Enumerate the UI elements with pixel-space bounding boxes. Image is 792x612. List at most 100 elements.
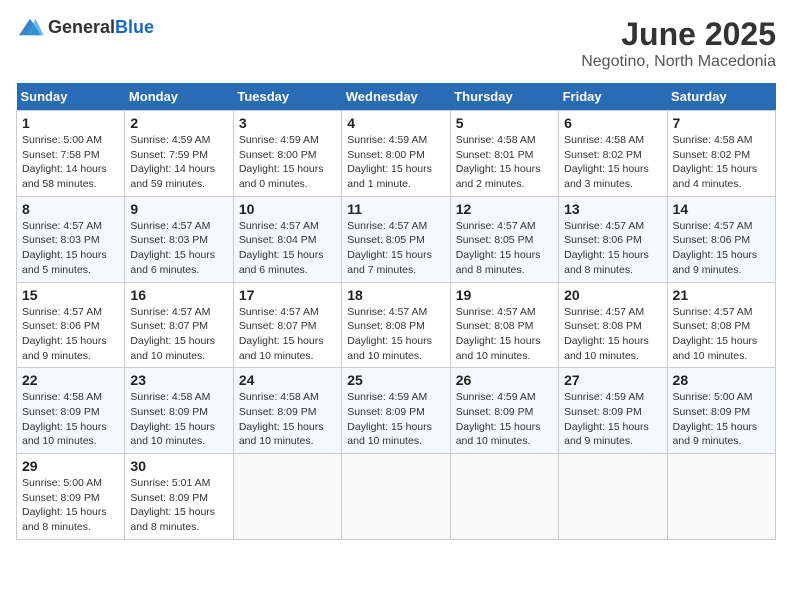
calendar-table: SundayMondayTuesdayWednesdayThursdayFrid…: [16, 83, 776, 540]
day-number: 4: [347, 115, 444, 131]
day-number: 10: [239, 201, 336, 217]
day-info: Sunrise: 4:59 AM Sunset: 8:09 PM Dayligh…: [456, 390, 553, 449]
day-info: Sunrise: 5:00 AM Sunset: 8:09 PM Dayligh…: [673, 390, 770, 449]
calendar-week-3: 15 Sunrise: 4:57 AM Sunset: 8:06 PM Dayl…: [17, 282, 776, 368]
day-info: Sunrise: 4:58 AM Sunset: 8:02 PM Dayligh…: [564, 133, 661, 192]
day-number: 29: [22, 458, 119, 474]
day-number: 13: [564, 201, 661, 217]
day-header-sunday: Sunday: [17, 83, 125, 111]
calendar-week-2: 8 Sunrise: 4:57 AM Sunset: 8:03 PM Dayli…: [17, 196, 776, 282]
calendar-cell: 22 Sunrise: 4:58 AM Sunset: 8:09 PM Dayl…: [17, 368, 125, 454]
calendar-cell: [233, 454, 341, 540]
logo-text: GeneralBlue: [48, 17, 154, 38]
logo: GeneralBlue: [16, 16, 154, 38]
day-info: Sunrise: 4:59 AM Sunset: 7:59 PM Dayligh…: [130, 133, 227, 192]
day-info: Sunrise: 4:57 AM Sunset: 8:06 PM Dayligh…: [673, 219, 770, 278]
calendar-cell: 4 Sunrise: 4:59 AM Sunset: 8:00 PM Dayli…: [342, 111, 450, 197]
day-number: 23: [130, 372, 227, 388]
calendar-week-1: 1 Sunrise: 5:00 AM Sunset: 7:58 PM Dayli…: [17, 111, 776, 197]
calendar-cell: 23 Sunrise: 4:58 AM Sunset: 8:09 PM Dayl…: [125, 368, 233, 454]
calendar-cell: 17 Sunrise: 4:57 AM Sunset: 8:07 PM Dayl…: [233, 282, 341, 368]
day-number: 12: [456, 201, 553, 217]
day-number: 16: [130, 287, 227, 303]
calendar-cell: 2 Sunrise: 4:59 AM Sunset: 7:59 PM Dayli…: [125, 111, 233, 197]
calendar-cell: 12 Sunrise: 4:57 AM Sunset: 8:05 PM Dayl…: [450, 196, 558, 282]
day-number: 21: [673, 287, 770, 303]
main-title: June 2025: [581, 16, 776, 53]
day-info: Sunrise: 4:59 AM Sunset: 8:09 PM Dayligh…: [347, 390, 444, 449]
calendar-cell: 11 Sunrise: 4:57 AM Sunset: 8:05 PM Dayl…: [342, 196, 450, 282]
day-number: 11: [347, 201, 444, 217]
calendar-cell: 30 Sunrise: 5:01 AM Sunset: 8:09 PM Dayl…: [125, 454, 233, 540]
day-info: Sunrise: 4:58 AM Sunset: 8:09 PM Dayligh…: [239, 390, 336, 449]
day-info: Sunrise: 4:57 AM Sunset: 8:05 PM Dayligh…: [456, 219, 553, 278]
day-number: 6: [564, 115, 661, 131]
day-info: Sunrise: 4:59 AM Sunset: 8:00 PM Dayligh…: [347, 133, 444, 192]
day-number: 27: [564, 372, 661, 388]
day-number: 25: [347, 372, 444, 388]
day-info: Sunrise: 4:57 AM Sunset: 8:08 PM Dayligh…: [673, 305, 770, 364]
calendar-cell: 13 Sunrise: 4:57 AM Sunset: 8:06 PM Dayl…: [559, 196, 667, 282]
day-info: Sunrise: 4:57 AM Sunset: 8:07 PM Dayligh…: [130, 305, 227, 364]
day-info: Sunrise: 4:58 AM Sunset: 8:02 PM Dayligh…: [673, 133, 770, 192]
calendar-cell: 16 Sunrise: 4:57 AM Sunset: 8:07 PM Dayl…: [125, 282, 233, 368]
day-info: Sunrise: 4:57 AM Sunset: 8:06 PM Dayligh…: [22, 305, 119, 364]
calendar-cell: [342, 454, 450, 540]
calendar-cell: 9 Sunrise: 4:57 AM Sunset: 8:03 PM Dayli…: [125, 196, 233, 282]
subtitle: Negotino, North Macedonia: [581, 53, 776, 71]
calendar-cell: [559, 454, 667, 540]
day-header-tuesday: Tuesday: [233, 83, 341, 111]
day-number: 7: [673, 115, 770, 131]
day-number: 17: [239, 287, 336, 303]
day-number: 24: [239, 372, 336, 388]
day-info: Sunrise: 4:59 AM Sunset: 8:00 PM Dayligh…: [239, 133, 336, 192]
calendar-cell: 25 Sunrise: 4:59 AM Sunset: 8:09 PM Dayl…: [342, 368, 450, 454]
calendar-cell: 24 Sunrise: 4:58 AM Sunset: 8:09 PM Dayl…: [233, 368, 341, 454]
title-area: June 2025 Negotino, North Macedonia: [581, 16, 776, 71]
day-header-monday: Monday: [125, 83, 233, 111]
calendar-cell: 1 Sunrise: 5:00 AM Sunset: 7:58 PM Dayli…: [17, 111, 125, 197]
day-info: Sunrise: 4:58 AM Sunset: 8:09 PM Dayligh…: [22, 390, 119, 449]
day-info: Sunrise: 5:00 AM Sunset: 8:09 PM Dayligh…: [22, 476, 119, 535]
day-number: 2: [130, 115, 227, 131]
day-number: 26: [456, 372, 553, 388]
logo-general: General: [48, 17, 115, 37]
day-info: Sunrise: 4:57 AM Sunset: 8:05 PM Dayligh…: [347, 219, 444, 278]
day-info: Sunrise: 4:57 AM Sunset: 8:06 PM Dayligh…: [564, 219, 661, 278]
logo-blue: Blue: [115, 17, 154, 37]
calendar-cell: 10 Sunrise: 4:57 AM Sunset: 8:04 PM Dayl…: [233, 196, 341, 282]
calendar-cell: 28 Sunrise: 5:00 AM Sunset: 8:09 PM Dayl…: [667, 368, 775, 454]
day-info: Sunrise: 4:57 AM Sunset: 8:08 PM Dayligh…: [456, 305, 553, 364]
day-number: 9: [130, 201, 227, 217]
calendar-cell: 21 Sunrise: 4:57 AM Sunset: 8:08 PM Dayl…: [667, 282, 775, 368]
calendar-cell: 15 Sunrise: 4:57 AM Sunset: 8:06 PM Dayl…: [17, 282, 125, 368]
calendar-cell: 18 Sunrise: 4:57 AM Sunset: 8:08 PM Dayl…: [342, 282, 450, 368]
day-info: Sunrise: 4:57 AM Sunset: 8:03 PM Dayligh…: [22, 219, 119, 278]
day-info: Sunrise: 5:00 AM Sunset: 7:58 PM Dayligh…: [22, 133, 119, 192]
day-info: Sunrise: 4:58 AM Sunset: 8:09 PM Dayligh…: [130, 390, 227, 449]
day-info: Sunrise: 4:59 AM Sunset: 8:09 PM Dayligh…: [564, 390, 661, 449]
calendar-cell: [450, 454, 558, 540]
calendar-week-4: 22 Sunrise: 4:58 AM Sunset: 8:09 PM Dayl…: [17, 368, 776, 454]
day-header-saturday: Saturday: [667, 83, 775, 111]
day-header-wednesday: Wednesday: [342, 83, 450, 111]
day-info: Sunrise: 4:57 AM Sunset: 8:08 PM Dayligh…: [564, 305, 661, 364]
calendar-cell: 6 Sunrise: 4:58 AM Sunset: 8:02 PM Dayli…: [559, 111, 667, 197]
day-number: 28: [673, 372, 770, 388]
logo-icon: [16, 16, 44, 38]
calendar-cell: 8 Sunrise: 4:57 AM Sunset: 8:03 PM Dayli…: [17, 196, 125, 282]
day-number: 3: [239, 115, 336, 131]
day-header-friday: Friday: [559, 83, 667, 111]
day-info: Sunrise: 4:57 AM Sunset: 8:03 PM Dayligh…: [130, 219, 227, 278]
calendar-cell: 14 Sunrise: 4:57 AM Sunset: 8:06 PM Dayl…: [667, 196, 775, 282]
day-info: Sunrise: 4:57 AM Sunset: 8:08 PM Dayligh…: [347, 305, 444, 364]
day-header-thursday: Thursday: [450, 83, 558, 111]
page-header: GeneralBlue June 2025 Negotino, North Ma…: [16, 16, 776, 71]
day-number: 18: [347, 287, 444, 303]
calendar-cell: [667, 454, 775, 540]
day-number: 5: [456, 115, 553, 131]
calendar-cell: 5 Sunrise: 4:58 AM Sunset: 8:01 PM Dayli…: [450, 111, 558, 197]
day-number: 20: [564, 287, 661, 303]
day-number: 8: [22, 201, 119, 217]
day-info: Sunrise: 4:57 AM Sunset: 8:04 PM Dayligh…: [239, 219, 336, 278]
